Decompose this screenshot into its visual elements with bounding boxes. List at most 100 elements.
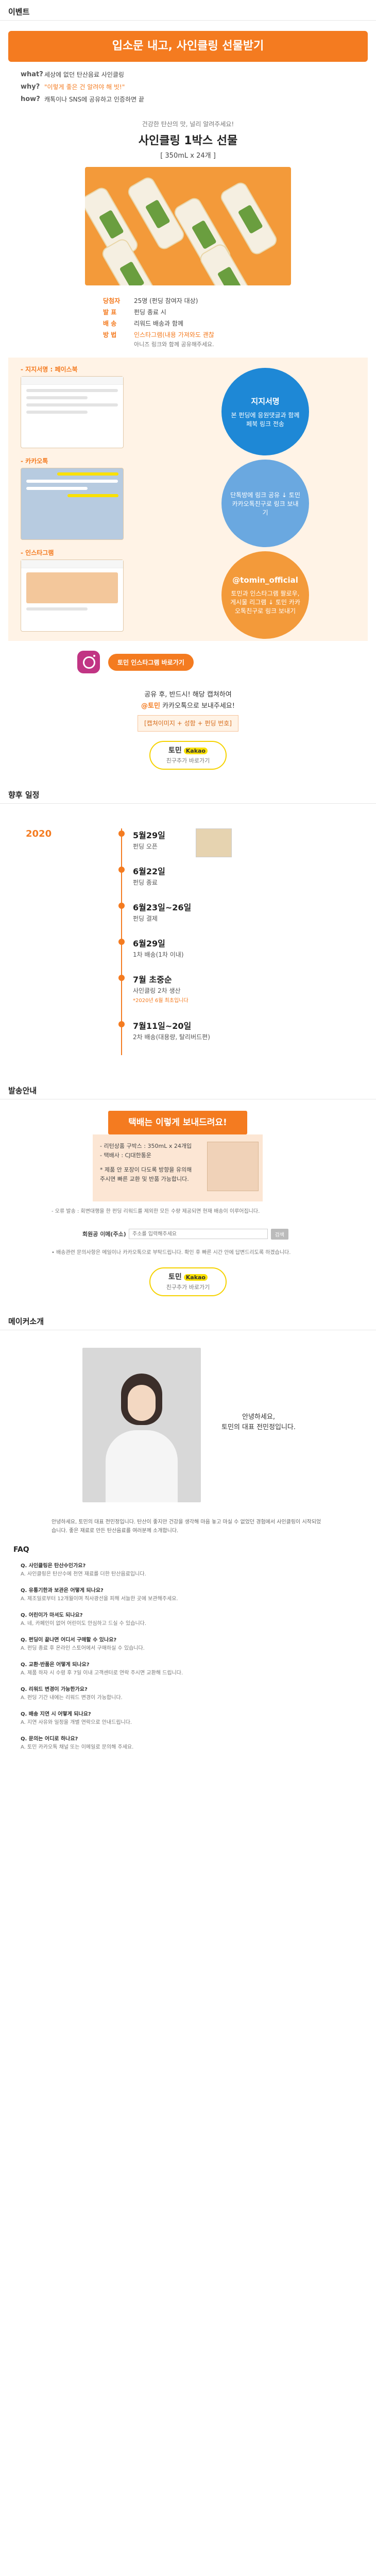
winner-row: 당첨자 25명 (펀딩 참여자 대상) bbox=[103, 295, 288, 306]
shipping-banner: 택배는 이렇게 보내드려요! bbox=[108, 1111, 247, 1134]
shipping-notes: - 오류 발송 : 회변대행을 한 펀딩 리워드를 제외한 모든 수량 제공되면… bbox=[52, 1209, 260, 1214]
faq-answer: A. 지연 사유와 일정을 개별 연락으로 안내드립니다. bbox=[21, 1720, 132, 1725]
section-header-event: 이벤트 bbox=[0, 0, 376, 21]
maker-section: 안녕하세요, 토민의 대표 전민정입니다. bbox=[0, 1337, 376, 1518]
circle-title: @tomin_official bbox=[232, 575, 298, 585]
faq-question: Q. 유통기한과 보관은 어떻게 되나요? bbox=[21, 1588, 104, 1594]
body-shape bbox=[106, 1430, 178, 1502]
faq-question: Q. 펀딩이 끝나면 어디서 구매할 수 있나요? bbox=[21, 1637, 117, 1643]
instructions-box: - 지지서명 : 페이스북 지지서명 본 펀딩에 응원댓글과 함께 페북 링크 … bbox=[8, 358, 368, 641]
instagram-button[interactable]: 토민 인스타그램 바로가기 bbox=[108, 653, 194, 671]
screenshot-bar bbox=[21, 560, 123, 568]
kakao-add-friend-button[interactable]: 토민 Kakao 친구추가 바로가기 bbox=[149, 741, 227, 770]
schedule-item: 7월 초중순 사인클링 2차 생산 *2020년 6월 최초입니다 bbox=[133, 973, 189, 1004]
faq-question: Q. 문의는 어디로 하나요? bbox=[21, 1736, 78, 1742]
schedule-desc: 펀딩 결제 bbox=[133, 915, 158, 922]
schedule-desc: 펀딩 오픈 bbox=[133, 843, 158, 850]
faq-item: Q. 리워드 변경이 가능한가요? A. 펀딩 기간 내에는 리워드 변경이 가능… bbox=[21, 1685, 355, 1702]
winner-note: 아니즈 링크와 함께 공유해주세요. bbox=[134, 341, 214, 348]
faq-answer: A. 네, 카페인이 없어 어린이도 안심하고 드실 수 있습니다. bbox=[21, 1621, 147, 1626]
schedule-date: 7월11일~20일 bbox=[133, 1021, 192, 1031]
screenshot-bar bbox=[21, 377, 123, 385]
instruction-instagram: - 인스타그램 @tomin_official 토민과 인스타그램 팔로우, 게… bbox=[21, 548, 355, 640]
faq-question: Q. 교환·반품은 어떻게 되나요? bbox=[21, 1662, 90, 1668]
kakao-btn-sub: 친구추가 바로가기 bbox=[166, 757, 210, 764]
how-key: how? bbox=[21, 95, 40, 103]
maker-name-line: 토민의 대표 전민정입니다. bbox=[221, 1423, 296, 1431]
instagram-icon bbox=[77, 651, 100, 673]
circle-text: 단톡방에 링크 공유 ↓ 토민 카카오톡친구로 링크 보내기 bbox=[230, 491, 300, 516]
instruction-circle: 단톡방에 링크 공유 ↓ 토민 카카오톡친구로 링크 보내기 bbox=[221, 460, 309, 547]
faq-answer: A. 펀딩 기간 내에는 리워드 변경이 가능합니다. bbox=[21, 1695, 123, 1701]
schedule-date: 5월29일 bbox=[133, 831, 165, 840]
screenshot-line bbox=[57, 472, 118, 476]
shipping-box: - 리턴상품 구박스 : 350mL x 24개입 - 택배사 : CJ대한통운… bbox=[93, 1134, 263, 1201]
kakao-add-friend-button[interactable]: 토민 Kakao 친구추가 바로가기 bbox=[149, 1267, 227, 1296]
schedule-item: 6월29일 1차 배송(1차 이내) bbox=[133, 937, 184, 959]
schedule-date: 6월22일 bbox=[133, 867, 165, 876]
circle-text: 본 펀딩에 응원댓글과 함께 페북 링크 전송 bbox=[231, 411, 300, 428]
kakao-btn-title: 토민 Kakao bbox=[150, 1272, 226, 1282]
facebook-screenshot bbox=[21, 376, 124, 448]
schedule-item: 7월11일~20일 2차 배송(대용량, 탈리버드편) bbox=[133, 1019, 210, 1041]
kakao-line2-rest: 카카오톡으로 보내주세요! bbox=[160, 702, 235, 710]
kakao-btn-title: 토민 Kakao bbox=[150, 745, 226, 755]
what-list: what? 세상에 없던 탄산음료 사인클링 why? "이렇게 좋은 건 알려… bbox=[8, 68, 368, 105]
winners-info: 당첨자 25명 (펀딩 참여자 대상) 발 표 펀딩 종료 시 배 송 리워드 … bbox=[103, 295, 288, 348]
why-value: "이렇게 좋은 건 알려야 해 빗!" bbox=[44, 83, 125, 91]
instagram-screenshot bbox=[21, 560, 124, 632]
promo-intro: 건강한 탄산의 맛, 널리 알려주세요! 사인클링 1박스 선물 [ 350mL… bbox=[0, 120, 376, 160]
circle-title: 지지서명 bbox=[251, 396, 280, 406]
how-value: 캐톡이나 SNS에 공유하고 인증하면 끝 bbox=[44, 95, 145, 103]
schedule-photo bbox=[196, 828, 232, 857]
kakao-btn-sub: 친구추가 바로가기 bbox=[166, 1284, 210, 1291]
what-row: what? 세상에 없던 탄산음료 사인클링 bbox=[8, 68, 368, 80]
what-value: 세상에 없던 탄산음료 사인클링 bbox=[44, 71, 124, 78]
kakao-screenshot bbox=[21, 468, 124, 540]
what-key: what? bbox=[21, 70, 43, 78]
address-search-button[interactable]: 검색 bbox=[270, 1228, 288, 1240]
promo-title: 사인클링 1박스 선물 bbox=[138, 134, 238, 147]
timeline-dot bbox=[118, 867, 125, 873]
address-row: 회원공 이메(주소) 검색 bbox=[82, 1227, 288, 1241]
instagram-link[interactable]: 토민 인스타그램 바로가기 bbox=[77, 649, 376, 675]
timeline-dot bbox=[118, 975, 125, 981]
instruction-kakao: - 카카오톡 단톡방에 링크 공유 ↓ 토민 카카오톡친구로 링크 보내기 bbox=[21, 456, 355, 548]
address-input[interactable] bbox=[129, 1229, 268, 1239]
faq-title: FAQ bbox=[13, 1546, 29, 1554]
promo-subtitle: [ 350mL x 24개 ] bbox=[160, 152, 216, 160]
maker-greeting-line: 안녕하세요, bbox=[242, 1413, 275, 1421]
screenshot-line bbox=[26, 396, 88, 399]
why-key: why? bbox=[21, 82, 40, 91]
section-header-schedule: 향후 일정 bbox=[0, 783, 376, 804]
schedule-desc: 사인클링 2차 생산 bbox=[133, 987, 181, 994]
faq-item: Q. 배송 지연 시 어떻게 되나요? A. 지연 사유와 일정을 개별 연락으로… bbox=[21, 1709, 355, 1727]
section-header-maker: 메이커소개 bbox=[0, 1310, 376, 1330]
kakao-btn-name: 토민 bbox=[168, 1273, 182, 1281]
faq-item: Q. 문의는 어디로 하나요? A. 토민 카카오톡 채널 또는 이메일로 문의해… bbox=[21, 1734, 355, 1752]
instruction-label: - 카카오톡 bbox=[21, 457, 48, 465]
shipping-bullets: • 배송관련 문의사항은 메일이나 카카오톡으로 부탁드립니다. 확인 후 빠른… bbox=[52, 1250, 291, 1256]
kakao-info: 공유 후, 반드시! 해당 캡쳐하여 @토민 카카오톡으로 보내주세요! [캡쳐… bbox=[0, 689, 376, 732]
screenshot-line bbox=[26, 607, 88, 611]
schedule-date: 7월 초중순 bbox=[133, 975, 172, 985]
schedule-year: 2020 bbox=[26, 828, 52, 839]
faq-question: Q. 배송 지연 시 어떻게 되나요? bbox=[21, 1711, 91, 1717]
faq-question: Q. 어린이가 마셔도 되나요? bbox=[21, 1613, 83, 1618]
schedule-item: 6월23일~26일 펀딩 결제 bbox=[133, 901, 191, 923]
winner-key: 당첨자 bbox=[103, 297, 121, 304]
face-shape bbox=[128, 1385, 156, 1421]
faq-answer: A. 토민 카카오톡 채널 또는 이메일로 문의해 주세요. bbox=[21, 1744, 134, 1750]
how-row: how? 캐톡이나 SNS에 공유하고 인증하면 끝 bbox=[8, 93, 368, 105]
schedule-note: *2020년 6월 최초입니다 bbox=[133, 998, 189, 1004]
faq-item: Q. 사인클링은 탄산수인가요? A. 사인클링은 탄산수에 천연 재료를 더한 … bbox=[21, 1561, 355, 1579]
schedule-desc: 펀딩 종료 bbox=[133, 879, 158, 886]
screenshot-line bbox=[26, 487, 88, 490]
maker-photo bbox=[82, 1348, 201, 1502]
timeline-dot bbox=[118, 1021, 125, 1027]
instruction-circle: @tomin_official 토민과 인스타그램 팔로우, 게시물 리그램 ↓… bbox=[221, 551, 309, 639]
kakao-channel-badge: Kakao bbox=[183, 1274, 208, 1281]
winner-value: 리워드 배송과 함께 bbox=[134, 319, 183, 327]
boxes-image bbox=[207, 1142, 259, 1191]
schedule-item: 6월22일 펀딩 종료 bbox=[133, 865, 165, 887]
